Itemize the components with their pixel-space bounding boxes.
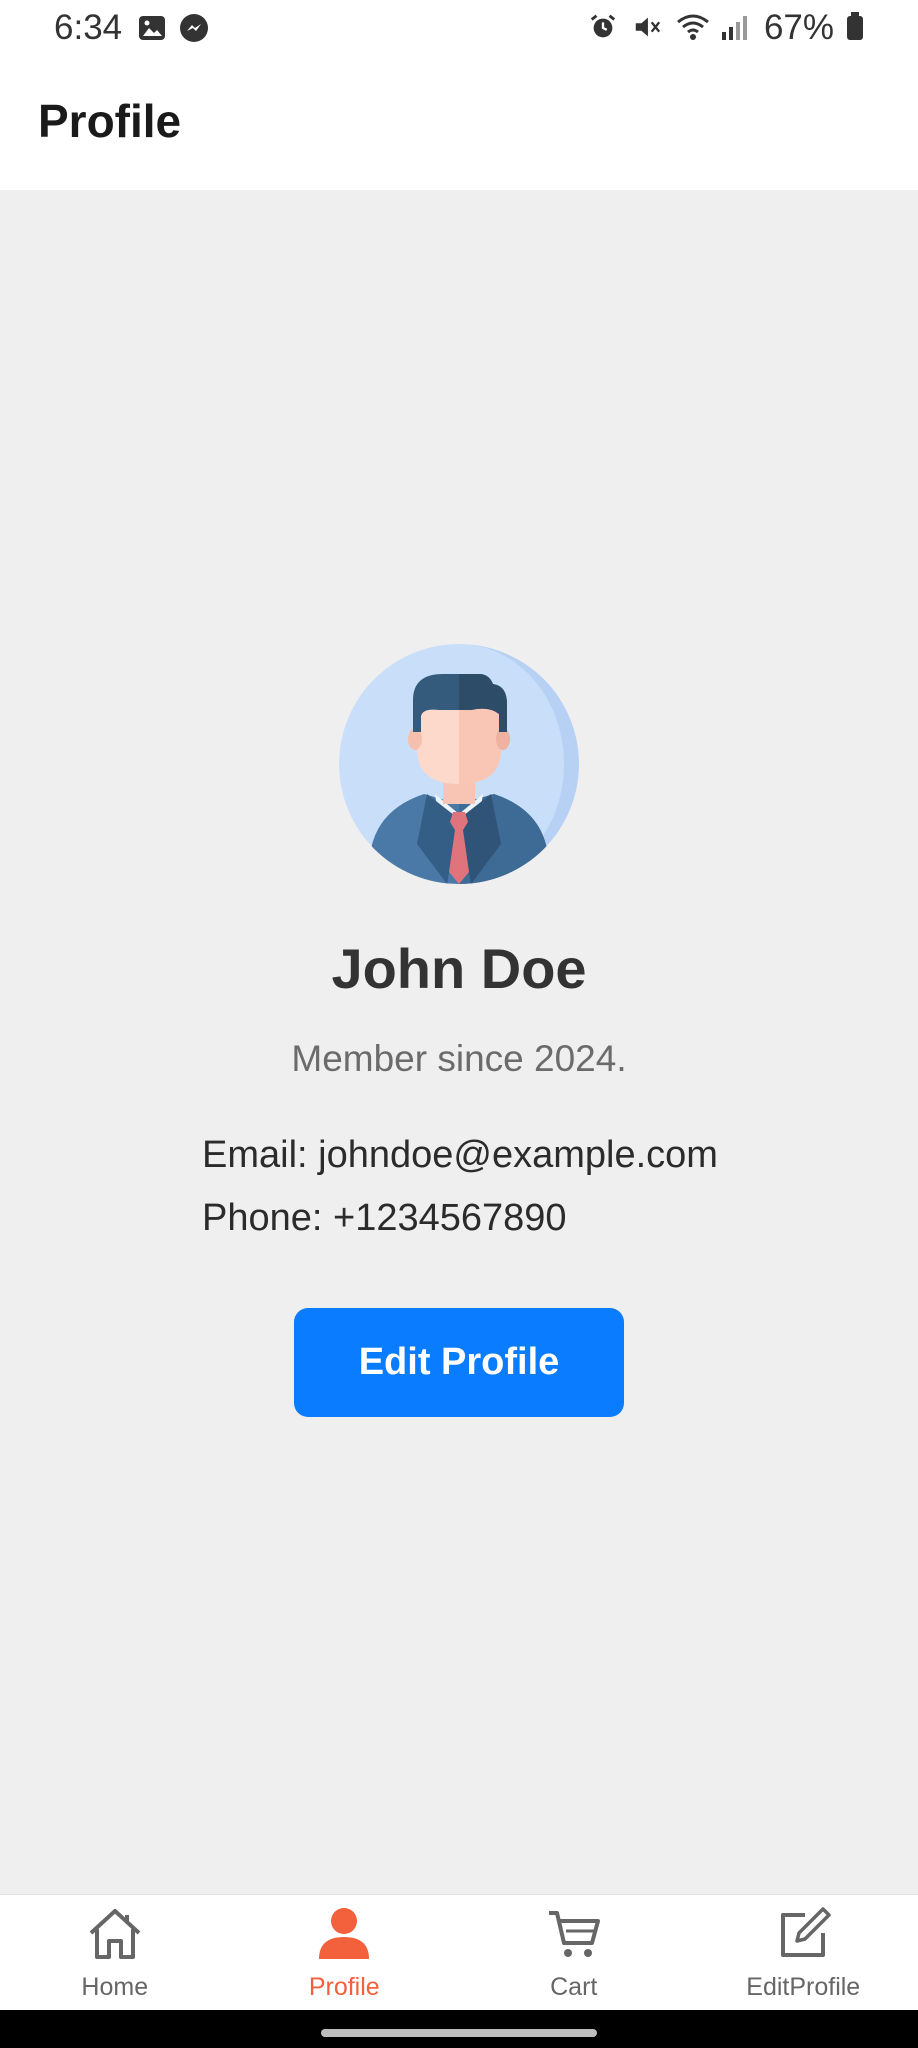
alarm-icon <box>588 12 620 44</box>
status-system-icons: 67% <box>588 8 864 48</box>
mute-icon <box>632 12 664 44</box>
status-time: 6:34 <box>54 8 123 47</box>
nav-item-cart[interactable]: Cart <box>459 1895 689 2011</box>
nav-item-profile[interactable]: Profile <box>230 1895 460 2011</box>
app-header: Profile <box>0 62 918 190</box>
page-title: Profile <box>38 95 182 147</box>
home-gesture-pill[interactable] <box>321 2029 597 2037</box>
bottom-nav: Home Profile Cart EditProfile <box>0 1894 918 2011</box>
nav-label-home: Home <box>81 1973 149 2001</box>
image-icon <box>136 12 168 44</box>
nav-item-editprofile[interactable]: EditProfile <box>689 1895 918 2011</box>
avatar <box>339 644 579 884</box>
nav-label-cart: Cart <box>550 1973 598 2001</box>
phone-text: Phone: +1234567890 <box>202 1197 567 1239</box>
wifi-icon <box>676 12 709 44</box>
battery-percent: 67% <box>763 8 834 47</box>
home-icon <box>85 1903 145 1963</box>
person-icon <box>314 1903 374 1963</box>
status-notification-icons <box>136 12 210 44</box>
email-text: Email: johndoe@example.com <box>202 1134 718 1176</box>
status-bar: 6:34 67% <box>0 0 918 62</box>
battery-icon <box>846 11 864 46</box>
nav-item-home[interactable]: Home <box>0 1895 230 2011</box>
nav-label-editprofile: EditProfile <box>746 1973 861 2001</box>
signal-icon <box>720 12 752 44</box>
member-since: Member since 2024. <box>291 1038 627 1079</box>
profile-content: John Doe Member since 2024. Email: johnd… <box>0 190 918 1894</box>
user-name: John Doe <box>331 937 587 1000</box>
messenger-icon <box>178 12 210 44</box>
edit-profile-button[interactable]: Edit Profile <box>294 1308 624 1417</box>
nav-label-profile: Profile <box>308 1973 380 2001</box>
edit-icon <box>773 1903 833 1963</box>
cart-icon <box>544 1903 604 1963</box>
system-nav-bar <box>0 2010 918 2048</box>
